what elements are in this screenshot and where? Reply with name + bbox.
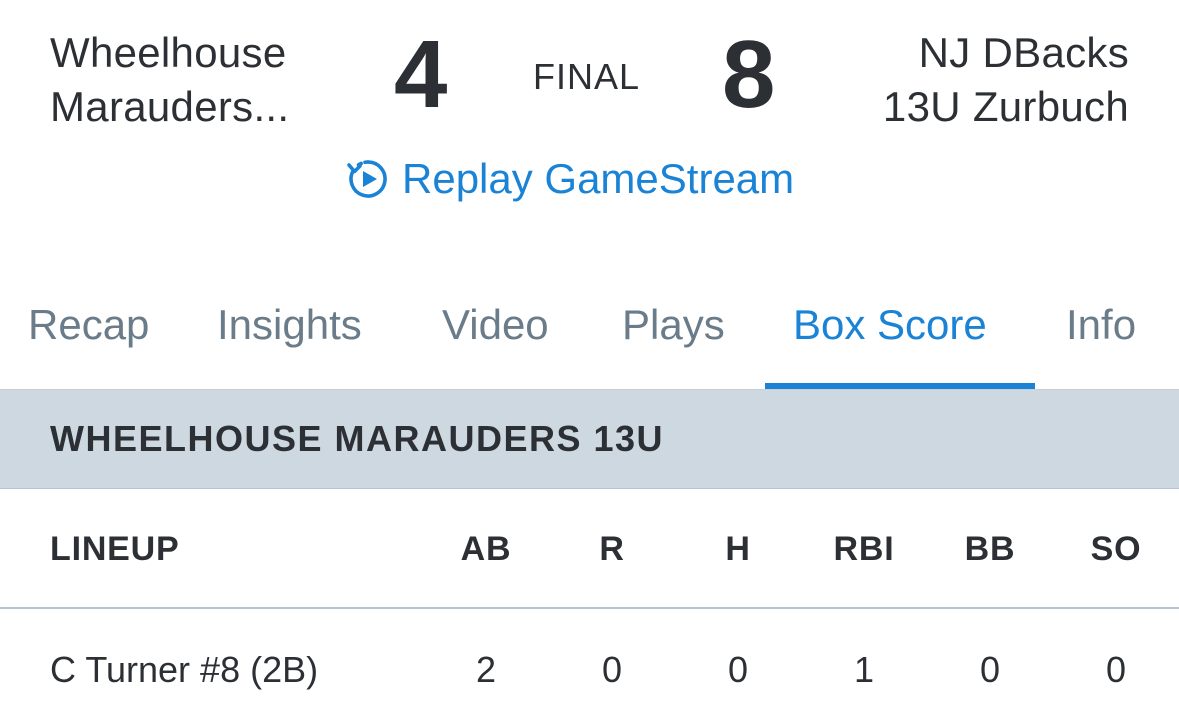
- column-header-bb: BB: [964, 530, 1016, 568]
- lineup-table-header: LINEUP AB R H RBI BB SO: [0, 489, 1179, 609]
- team-section-title: WHEELHOUSE MARAUDERS 13U: [50, 418, 665, 459]
- home-team-name[interactable]: NJ DBacks 13U Zurbuch: [883, 26, 1129, 134]
- stat-h: 0: [727, 649, 749, 690]
- home-team-score: 8: [722, 21, 776, 128]
- table-row[interactable]: C Turner #8 (2B) 2 0 0 1 0 0: [0, 609, 1179, 722]
- team-section-header: WHEELHOUSE MARAUDERS 13U: [0, 390, 1179, 489]
- stat-bb: 0: [979, 649, 1001, 690]
- away-team-name[interactable]: Wheelhouse Marauders...: [50, 26, 289, 134]
- replay-circle-play-icon: [346, 157, 390, 201]
- column-header-ab: AB: [460, 530, 512, 568]
- column-header-lineup: LINEUP: [50, 530, 180, 568]
- replay-gamestream-link[interactable]: Replay GameStream: [346, 154, 794, 204]
- column-header-rbi: RBI: [833, 530, 895, 568]
- tab-recap[interactable]: Recap: [28, 270, 149, 387]
- box-score-screen: Wheelhouse Marauders... 4 FINAL 8 NJ DBa…: [0, 0, 1179, 722]
- home-team-name-line2: 13U Zurbuch: [882, 83, 1129, 130]
- stat-rbi: 1: [853, 649, 875, 690]
- column-header-so: SO: [1090, 530, 1142, 568]
- game-status: FINAL: [533, 56, 641, 97]
- stat-r: 0: [601, 649, 623, 690]
- column-header-h: H: [725, 530, 751, 568]
- away-team-score: 4: [394, 21, 448, 128]
- away-team-name-line1: Wheelhouse: [50, 29, 287, 76]
- scoreboard: Wheelhouse Marauders... 4 FINAL 8 NJ DBa…: [0, 0, 1179, 250]
- game-tabs: Recap Insights Video Plays Box Score Inf…: [0, 270, 1179, 390]
- active-tab-indicator: [765, 383, 1035, 389]
- stat-so: 0: [1105, 649, 1127, 690]
- tab-insights[interactable]: Insights: [217, 270, 362, 387]
- stat-ab: 2: [475, 649, 497, 690]
- tab-info[interactable]: Info: [1066, 270, 1136, 387]
- tab-box-score[interactable]: Box Score: [793, 270, 987, 387]
- column-header-r: R: [599, 530, 625, 568]
- player-name[interactable]: C Turner #8 (2B): [50, 609, 318, 722]
- tab-video[interactable]: Video: [442, 270, 549, 387]
- tab-plays[interactable]: Plays: [622, 270, 725, 387]
- away-team-name-line2: Marauders...: [50, 83, 290, 130]
- replay-gamestream-label: Replay GameStream: [402, 155, 795, 202]
- home-team-name-line1: NJ DBacks: [918, 29, 1129, 76]
